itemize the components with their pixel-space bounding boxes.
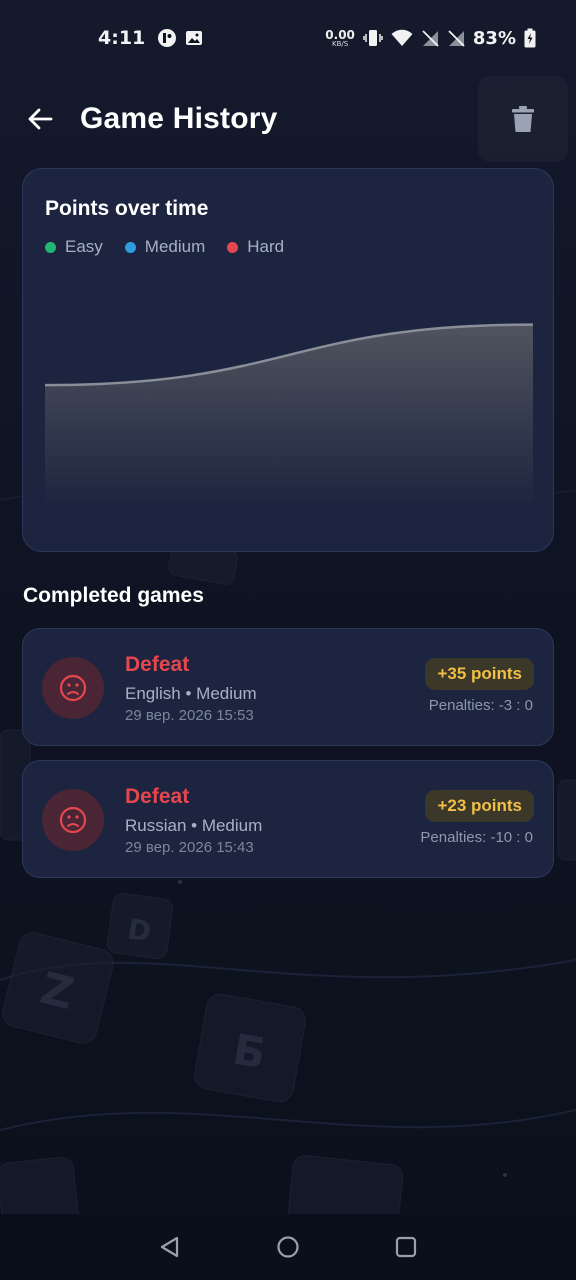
wifi-icon	[391, 29, 413, 46]
penalties-text: Penalties: -10 : 0	[420, 829, 533, 846]
battery-percent: 83%	[472, 27, 516, 49]
completed-games-title: Completed games	[23, 584, 204, 607]
back-button[interactable]	[0, 81, 80, 157]
game-language-difficulty: English • Medium	[125, 684, 257, 703]
vibrate-icon	[363, 30, 383, 46]
status-time: 4:11	[98, 27, 146, 49]
legend-dot-hard	[227, 241, 239, 253]
nav-back-button[interactable]	[111, 1214, 229, 1280]
nav-recents-button[interactable]	[347, 1214, 465, 1280]
penalties-text: Penalties: -3 : 0	[428, 697, 533, 714]
game-date: 29 вер. 2026 15:43	[125, 839, 254, 856]
legend-dot-medium	[124, 241, 136, 253]
result-avatar	[42, 789, 104, 851]
arrow-left-icon	[28, 108, 53, 130]
clear-history-button[interactable]	[478, 76, 568, 162]
app-bar: Game History	[0, 76, 576, 162]
no-signal-icon-2	[448, 30, 465, 47]
status-bar: 4:11 0.00 KB/S 83%	[0, 0, 576, 76]
image-notification-icon	[186, 31, 203, 45]
trash-icon	[512, 106, 534, 132]
result-avatar	[42, 657, 104, 719]
game-card[interactable]: Defeat Russian • Medium 29 вер. 2026 15:…	[22, 760, 554, 878]
points-chart	[45, 323, 533, 501]
legend-label-medium: Medium	[144, 237, 206, 256]
game-result: Defeat	[125, 785, 190, 808]
points-badge: +23 points	[425, 790, 534, 822]
chart-legend: Easy Medium Hard	[45, 237, 531, 257]
no-signal-icon	[422, 30, 439, 47]
chart-area	[45, 324, 533, 501]
game-language-difficulty: Russian • Medium	[125, 816, 263, 835]
sad-face-icon	[59, 806, 87, 834]
game-result: Defeat	[125, 653, 190, 676]
sad-face-icon	[59, 674, 87, 702]
legend-item-easy: Easy	[45, 237, 103, 257]
nav-recents-icon	[395, 1236, 417, 1258]
game-card[interactable]: Defeat English • Medium 29 вер. 2026 15:…	[22, 628, 554, 746]
chart-title: Points over time	[45, 197, 209, 220]
system-nav-bar	[0, 1214, 576, 1280]
legend-item-medium: Medium	[124, 237, 206, 257]
legend-item-hard: Hard	[227, 237, 284, 257]
games-list: Defeat English • Medium 29 вер. 2026 15:…	[22, 628, 554, 892]
points-badge: +35 points	[425, 658, 534, 690]
svg-text:D: D	[126, 912, 154, 948]
nav-back-icon	[160, 1236, 179, 1258]
net-speed: 0.00 KB/S	[325, 27, 355, 48]
page-title: Game History	[80, 102, 278, 135]
battery-charging-icon	[524, 28, 536, 48]
legend-label-easy: Easy	[65, 237, 103, 256]
nav-home-button[interactable]	[229, 1214, 347, 1280]
legend-label-hard: Hard	[247, 237, 285, 256]
points-chart-card: Points over time Easy Medium Hard	[22, 168, 554, 552]
app-notification-icon	[158, 29, 177, 47]
legend-dot-easy	[45, 241, 56, 253]
game-date: 29 вер. 2026 15:53	[125, 707, 254, 724]
nav-home-icon	[277, 1236, 299, 1258]
